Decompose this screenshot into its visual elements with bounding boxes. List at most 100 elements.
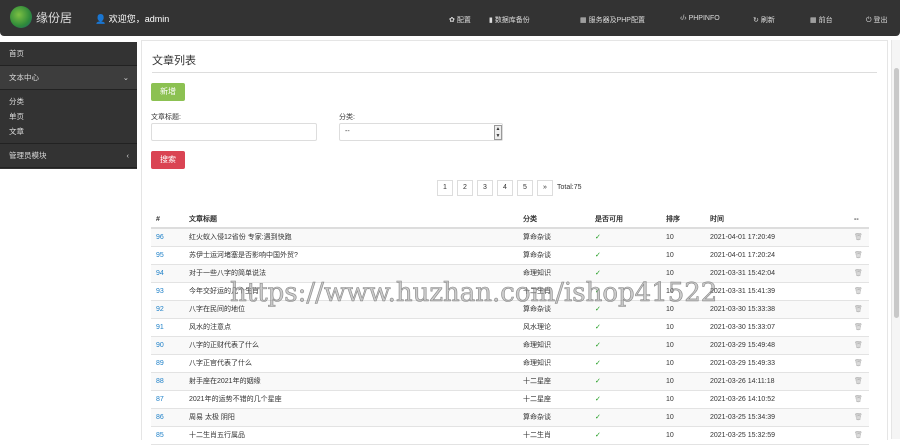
article-title: 红火蚁入侵12省份 专家:遇到快跑	[184, 228, 518, 247]
article-category: 算命杂谈	[518, 408, 590, 427]
article-title: 射手座在2021年的姻缘	[184, 372, 518, 391]
page-2-button[interactable]: 2	[457, 180, 473, 196]
logo[interactable]: 缘份居	[10, 6, 72, 28]
column-header: 是否可用	[590, 211, 661, 229]
article-category: 命理知识	[518, 354, 590, 373]
article-id-link[interactable]: 86	[151, 408, 184, 427]
category-label: 分类:	[339, 114, 355, 121]
article-category: 十二星座	[518, 372, 590, 391]
article-id-link[interactable]: 96	[151, 228, 184, 247]
trash-icon[interactable]: 🗑	[849, 372, 869, 391]
sort-order: 10	[661, 390, 705, 409]
created-time: 2021-03-30 15:33:07	[705, 318, 849, 337]
trash-icon[interactable]: 🗑	[849, 282, 869, 301]
table-row: 96 红火蚁入侵12省份 专家:遇到快跑 算命杂谈 ✓ 10 2021-04-01 17:…	[151, 228, 869, 247]
article-id-link[interactable]: 85	[151, 426, 184, 445]
new-button[interactable]: 新增	[151, 83, 185, 101]
trash-icon[interactable]: 🗑	[849, 318, 869, 337]
article-category: 十二星座	[518, 390, 590, 409]
chevron-left-icon: ‹	[126, 151, 130, 160]
enabled-check-icon: ✓	[590, 246, 661, 265]
table-row: 93 今年交好运的几个生肖 十二生肖 ✓ 10 2021-03-31 15:41:39 🗑	[151, 282, 869, 301]
sidebar-item-admin[interactable]: 管理员模块 ‹	[0, 144, 137, 168]
page-3-button[interactable]: 3	[477, 180, 493, 196]
created-time: 2021-03-31 15:41:39	[705, 282, 849, 301]
enabled-check-icon: ✓	[590, 354, 661, 373]
trash-icon[interactable]: 🗑	[849, 390, 869, 409]
column-header: 文章标题	[184, 211, 518, 229]
nav-bookmark[interactable]: ▮ 数据库备份	[489, 15, 530, 25]
trash-icon[interactable]: 🗑	[849, 426, 869, 445]
article-id-link[interactable]: 89	[151, 354, 184, 373]
welcome-text: 👤 欢迎您，admin	[95, 14, 170, 24]
nav-apps[interactable]: ▦ 前台	[810, 15, 833, 25]
chevron-down-icon: ⌄	[122, 73, 129, 82]
sidebar-item-home[interactable]: 首页	[0, 42, 137, 66]
enabled-check-icon: ✓	[590, 408, 661, 427]
category-select[interactable]: -- ▲ ▼	[339, 123, 503, 141]
article-id-link[interactable]: 93	[151, 282, 184, 301]
article-id-link[interactable]: 95	[151, 246, 184, 265]
trash-icon[interactable]: 🗑	[849, 264, 869, 283]
article-title: 苏伊士运河堵塞是否影响中国外贸?	[184, 246, 518, 265]
sidebar-submenu: 分类 单页 文章	[0, 90, 137, 144]
article-category: 算命杂谈	[518, 300, 590, 319]
trash-icon[interactable]: 🗑	[849, 246, 869, 265]
table-row: 95 苏伊士运河堵塞是否影响中国外贸? 算命杂谈 ✓ 10 2021-04-01 17:2…	[151, 246, 869, 265]
trash-icon[interactable]: 🗑	[849, 408, 869, 427]
page-1-button[interactable]: 1	[437, 180, 453, 196]
nav-label: 前台	[818, 17, 833, 24]
nav-grid[interactable]: ▦ 服务器及PHP配置	[580, 15, 645, 25]
article-title: 八字的正财代表了什么	[184, 336, 518, 355]
title-input[interactable]	[151, 123, 317, 141]
article-id-link[interactable]: 91	[151, 318, 184, 337]
sidebar-item-article[interactable]: 文章	[9, 124, 137, 139]
trash-icon[interactable]: 🗑	[849, 300, 869, 319]
article-category: 算命杂谈	[518, 246, 590, 265]
search-button[interactable]: 搜索	[151, 151, 185, 169]
sort-order: 10	[661, 426, 705, 445]
trash-icon[interactable]: 🗑	[849, 228, 869, 247]
page-4-button[interactable]: 4	[497, 180, 513, 196]
sort-order: 10	[661, 282, 705, 301]
page-6-button[interactable]: »	[537, 180, 553, 196]
page-title: 文章列表	[152, 55, 196, 67]
article-id-link[interactable]: 90	[151, 336, 184, 355]
column-header: 分类	[518, 211, 590, 229]
nav-gear[interactable]: ✿ 配置	[449, 15, 471, 25]
column-header: #	[151, 211, 184, 229]
trash-icon[interactable]: 🗑	[849, 354, 869, 373]
sort-order: 10	[661, 372, 705, 391]
page-5-button[interactable]: 5	[517, 180, 533, 196]
enabled-check-icon: ✓	[590, 426, 661, 445]
nav-code[interactable]: ‹/› PHPINFO	[680, 15, 720, 22]
refresh-icon: ↻	[753, 17, 759, 24]
scrollbar[interactable]	[891, 40, 900, 439]
article-category: 十二生肖	[518, 426, 590, 445]
sidebar-item-label: 管理员模块	[9, 151, 47, 160]
article-id-link[interactable]: 92	[151, 300, 184, 319]
created-time: 2021-04-01 17:20:49	[705, 228, 849, 247]
article-id-link[interactable]: 87	[151, 390, 184, 409]
sort-order: 10	[661, 336, 705, 355]
trash-icon[interactable]: 🗑	[849, 336, 869, 355]
sidebar-item-text-center[interactable]: 文本中心 ⌄	[0, 66, 137, 90]
created-time: 2021-03-30 15:33:38	[705, 300, 849, 319]
nav-power[interactable]: ⏻ 登出	[866, 15, 888, 25]
nav-refresh[interactable]: ↻ 刷新	[753, 15, 775, 25]
sidebar-item-page[interactable]: 单页	[9, 109, 137, 124]
created-time: 2021-04-01 17:20:24	[705, 246, 849, 265]
article-table: # 文章标题 分类 是否可用 排序 时间 -- 96 红火蚁入侵12省份 专家:遇到快跑 算命杂谈…	[151, 211, 869, 445]
article-id-link[interactable]: 88	[151, 372, 184, 391]
sidebar-item-category[interactable]: 分类	[9, 94, 137, 109]
column-header: --	[849, 211, 869, 229]
title-label: 文章标题:	[151, 114, 181, 121]
scrollbar-thumb[interactable]	[894, 68, 899, 318]
sort-order: 10	[661, 228, 705, 247]
article-id-link[interactable]: 94	[151, 264, 184, 283]
created-time: 2021-03-26 14:11:18	[705, 372, 849, 391]
nav-label: 登出	[873, 17, 888, 24]
created-time: 2021-03-26 14:10:52	[705, 390, 849, 409]
table-row: 89 八字正官代表了什么 命理知识 ✓ 10 2021-03-29 15:49:33 🗑	[151, 354, 869, 373]
logo-text: 缘份居	[36, 10, 73, 25]
